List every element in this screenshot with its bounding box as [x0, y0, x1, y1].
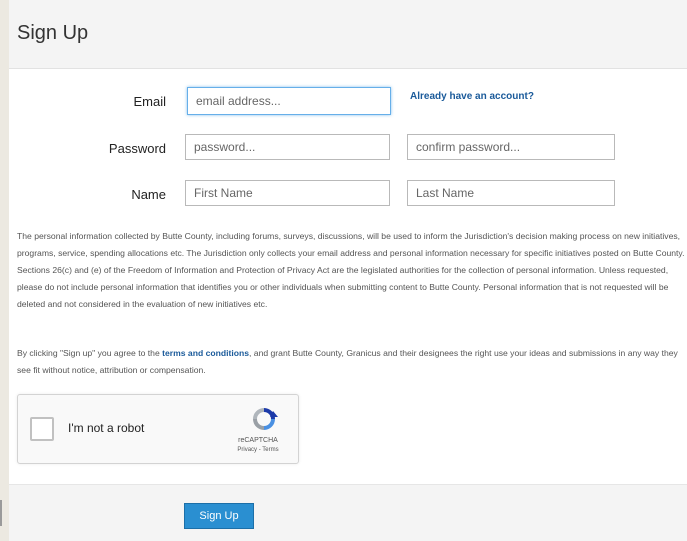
- terms-text-before: By clicking "Sign up" you agree to the: [17, 348, 163, 358]
- left-edge-mark: [0, 500, 2, 526]
- sign-up-button[interactable]: Sign Up: [184, 503, 254, 529]
- recaptcha-widget: I'm not a robot reCAPTCHA Privacy - Term…: [17, 394, 299, 464]
- page-title: Sign Up: [17, 22, 89, 44]
- password-input[interactable]: [185, 134, 390, 160]
- terms-notice: By clicking "Sign up" you agree to the t…: [17, 345, 687, 379]
- already-have-account-link[interactable]: Already have an account?: [410, 91, 534, 102]
- confirm-password-input[interactable]: [407, 134, 615, 160]
- form-footer: Sign Up: [9, 484, 687, 541]
- name-label: Name: [131, 187, 166, 202]
- terms-and-conditions-link[interactable]: terms and conditions: [162, 348, 249, 358]
- last-name-input[interactable]: [407, 180, 615, 206]
- recaptcha-privacy-terms[interactable]: Privacy - Terms: [218, 447, 298, 453]
- recaptcha-logo-icon: [253, 408, 278, 430]
- email-label: Email: [133, 94, 166, 109]
- privacy-notice: The personal information collected by Bu…: [17, 231, 685, 309]
- first-name-input[interactable]: [185, 180, 390, 206]
- recaptcha-brand: reCAPTCHA: [238, 437, 278, 444]
- checkbox-icon[interactable]: [30, 417, 54, 441]
- email-input[interactable]: [187, 87, 391, 115]
- signup-panel: Sign Up Email Already have an account? P…: [9, 0, 687, 541]
- recaptcha-label: I'm not a robot: [68, 421, 145, 435]
- page-header: Sign Up: [9, 0, 687, 69]
- password-label: Password: [108, 141, 166, 156]
